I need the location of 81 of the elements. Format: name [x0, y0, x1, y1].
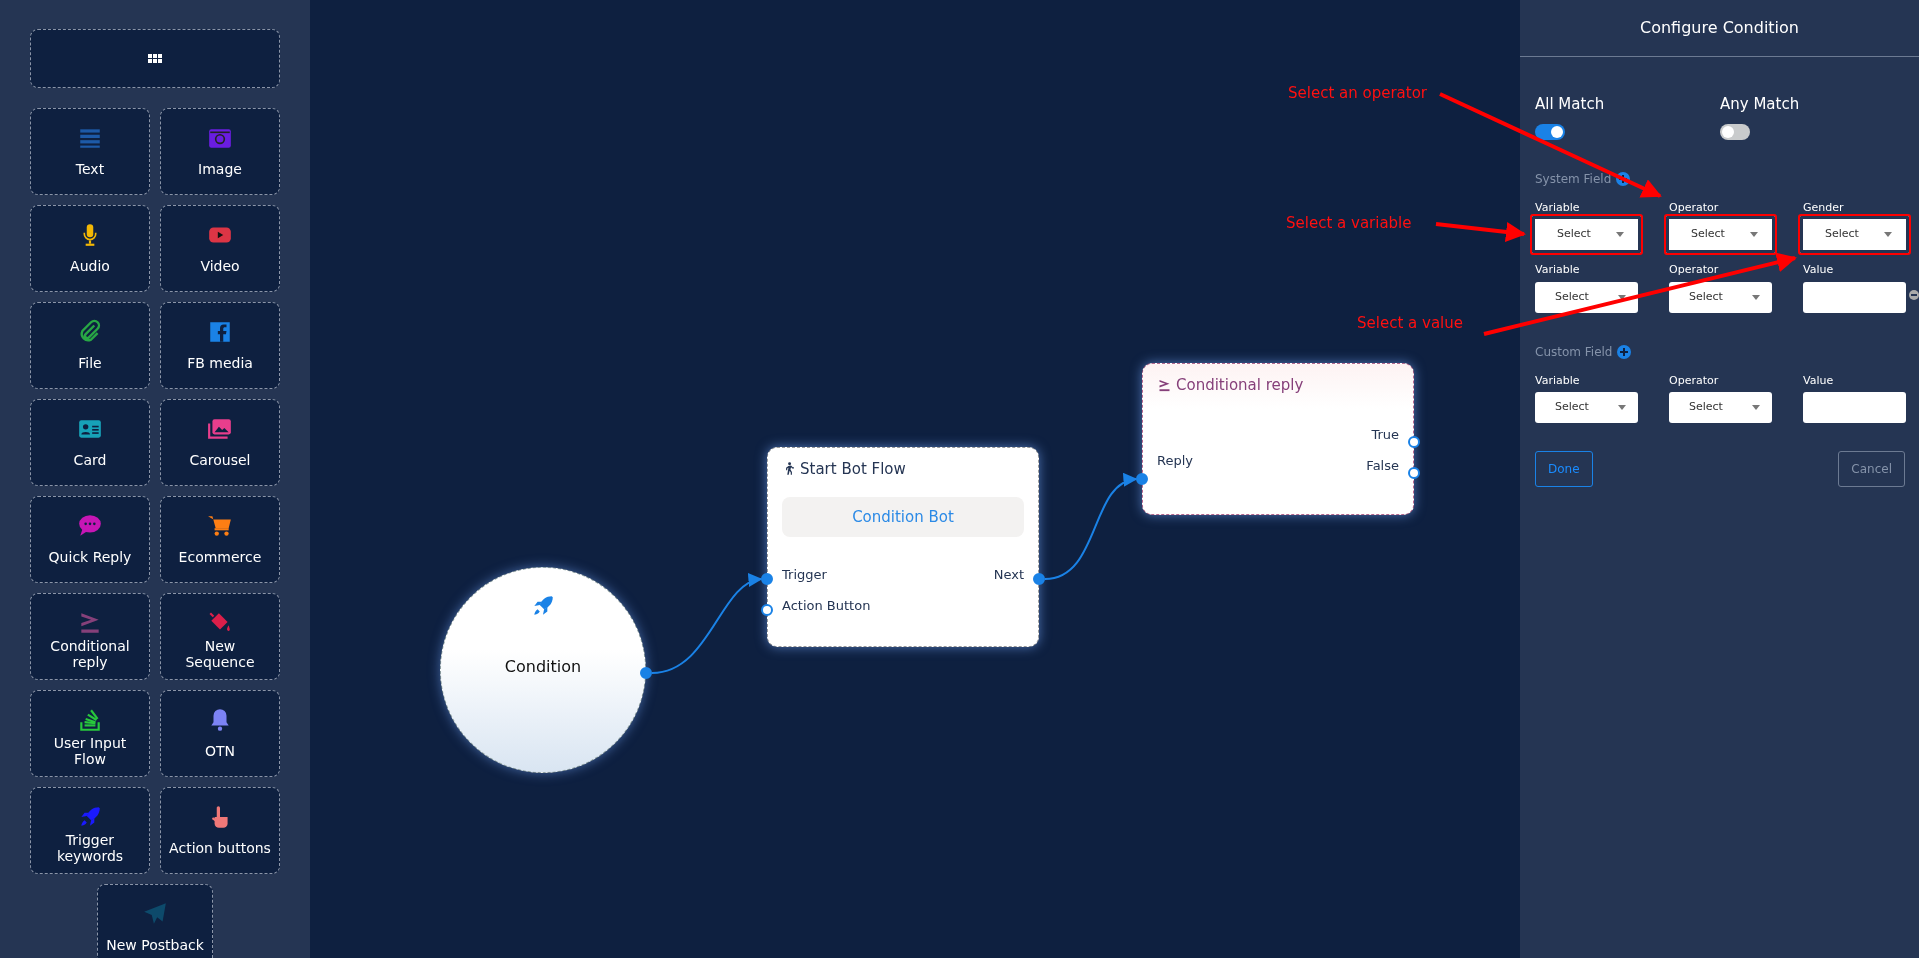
- annotation-text: Select an operator: [1288, 83, 1428, 104]
- toggle-switch[interactable]: [1535, 123, 1565, 140]
- tool-tile[interactable]: Carousel: [160, 399, 280, 486]
- tool-tile[interactable]: Card: [30, 399, 150, 486]
- toggle-label: Any Match: [1720, 94, 1801, 115]
- add-icon[interactable]: [1616, 171, 1631, 186]
- select-dropdown[interactable]: Select: [1669, 392, 1772, 423]
- field-label: Gender: [1803, 199, 1845, 216]
- caret-icon: [1752, 294, 1760, 300]
- field-label: Operator: [1669, 262, 1720, 278]
- toggle-label: All Match: [1535, 94, 1606, 115]
- select-dropdown[interactable]: Select: [1798, 214, 1911, 255]
- caret-icon: [1752, 405, 1760, 410]
- add-icon[interactable]: [1617, 344, 1632, 359]
- tool-tile[interactable]: Conditional reply: [30, 593, 150, 680]
- tool-tile[interactable]: Ecommerce: [160, 496, 280, 583]
- port-label: Reply: [1157, 452, 1193, 470]
- port-label: True: [1371, 425, 1399, 444]
- section-label: Custom Field: [1535, 343, 1613, 361]
- tool-tile[interactable]: Quick Reply: [30, 496, 150, 583]
- caret-icon: [1616, 232, 1624, 237]
- tool-tile[interactable]: FB media: [160, 302, 280, 389]
- flow-node-card[interactable]: Start Bot Flow Condition Bot Trigger Next Action Button: [767, 447, 1039, 647]
- tool-tile[interactable]: Text: [30, 108, 150, 195]
- tool-tile[interactable]: OTN: [160, 690, 280, 777]
- tool-tile[interactable]: File: [30, 302, 150, 389]
- tool-tile[interactable]: Image: [160, 108, 280, 195]
- field-label: Value: [1803, 372, 1835, 389]
- remove-icon[interactable]: [1909, 290, 1919, 300]
- tool-tile[interactable]: New Sequence: [160, 593, 280, 680]
- cart-icon: [207, 513, 233, 539]
- cancel-button[interactable]: Cancel: [1838, 451, 1905, 487]
- bot-name-box: Condition Bot: [782, 496, 1024, 537]
- f-logo-icon: [207, 319, 233, 345]
- conditional-node-card[interactable]: Conditional reply Reply True False: [1142, 363, 1414, 515]
- field-label: Operator: [1669, 199, 1720, 216]
- field-label: Operator: [1669, 372, 1720, 389]
- grid-icon: [148, 53, 162, 64]
- field-label: Variable: [1535, 262, 1581, 278]
- panel-title: Configure Condition: [1520, 0, 1919, 57]
- port-label: Trigger: [782, 565, 827, 584]
- node-title: Conditional reply: [1176, 375, 1304, 396]
- input-field[interactable]: [1803, 281, 1906, 313]
- connection-port[interactable]: [1136, 473, 1148, 485]
- tool-tile[interactable]: Trigger keywords: [30, 787, 150, 874]
- input-field[interactable]: [1803, 392, 1906, 423]
- chat-bubble-icon: [77, 513, 103, 539]
- tool-tile[interactable]: New Postback: [97, 884, 213, 958]
- caret-icon: [1618, 294, 1626, 300]
- select-dropdown[interactable]: Select: [1535, 392, 1638, 423]
- tool-tile[interactable]: Video: [160, 205, 280, 292]
- section-label: System Field: [1535, 170, 1612, 188]
- port-label: Next: [993, 565, 1024, 584]
- select-dropdown[interactable]: Select: [1669, 281, 1772, 313]
- done-button[interactable]: Done: [1535, 451, 1593, 487]
- select-dropdown[interactable]: Select: [1664, 214, 1777, 255]
- field-label: Value: [1803, 262, 1835, 278]
- toggle-switch[interactable]: [1720, 123, 1750, 140]
- tool-tile[interactable]: Action buttons: [160, 787, 280, 874]
- caret-icon: [1618, 405, 1626, 410]
- port-label: False: [1366, 456, 1399, 475]
- node-label: Condition: [504, 656, 582, 678]
- field-label: Variable: [1535, 372, 1581, 389]
- select-dropdown[interactable]: Select: [1530, 214, 1643, 255]
- node-title: Start Bot Flow: [800, 459, 906, 480]
- stack-icon: [77, 707, 103, 733]
- connection-port[interactable]: [761, 604, 773, 616]
- images-icon: [207, 416, 233, 442]
- start-node[interactable]: Condition: [440, 567, 646, 773]
- connection-port[interactable]: [761, 573, 773, 585]
- grid-menu-button[interactable]: [30, 29, 280, 88]
- annotation-text: Select a variable: [1286, 213, 1412, 234]
- select-dropdown[interactable]: Select: [1535, 281, 1638, 313]
- field-label: Variable: [1535, 199, 1581, 216]
- greater-equal-icon: [1157, 377, 1172, 393]
- port-label: Action Button: [782, 596, 871, 615]
- tool-tile[interactable]: User Input Flow: [30, 690, 150, 777]
- caret-icon: [1750, 232, 1758, 237]
- caret-icon: [1884, 232, 1892, 237]
- annotation-text: Select a value: [1357, 313, 1463, 334]
- tool-tile[interactable]: Audio: [30, 205, 150, 292]
